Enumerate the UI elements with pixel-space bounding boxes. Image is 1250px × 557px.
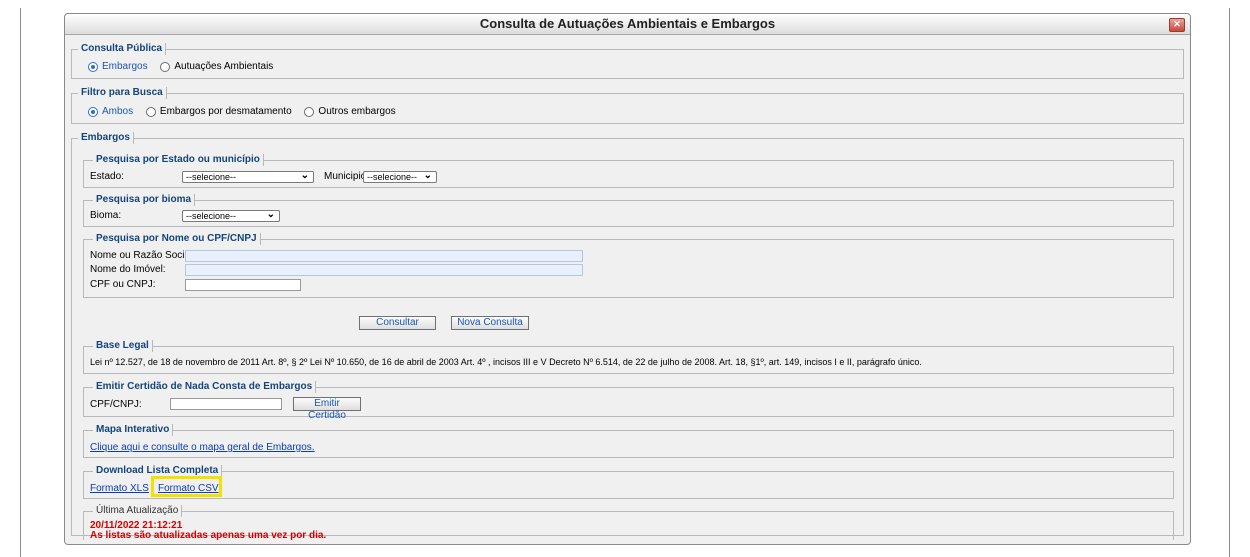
dialog-window: Consulta de Autuações Ambientais e Embar… xyxy=(64,13,1191,545)
consultar-button[interactable]: Consultar xyxy=(359,316,436,330)
municipio-select-value: --selecione-- xyxy=(367,172,418,182)
consulta-publica-legend: Consulta Pública xyxy=(78,43,167,55)
radio-outros[interactable] xyxy=(304,106,315,117)
estado-legend: Pesquisa por Estado ou município xyxy=(93,154,264,166)
window-title: Consulta de Autuações Ambientais e Embar… xyxy=(479,16,776,31)
chevron-down-icon: ⌄ xyxy=(266,209,275,220)
download-xls-link[interactable]: Formato XLS xyxy=(90,483,149,494)
radio-autuacoes[interactable] xyxy=(160,61,171,72)
certidao-cpf-input[interactable] xyxy=(170,398,282,410)
certidao-cpf-label: CPF/CNPJ: xyxy=(90,399,142,410)
title-bar: Consulta de Autuações Ambientais e Embar… xyxy=(65,14,1190,35)
nome-legend: Pesquisa por Nome ou CPF/CNPJ xyxy=(93,233,261,245)
csv-highlight-box xyxy=(151,476,222,497)
nome-input[interactable] xyxy=(185,250,583,262)
radio-embargos[interactable] xyxy=(88,61,98,72)
radio-autuacoes-label[interactable]: Autuações Ambientais xyxy=(174,61,273,72)
radio-embargos-label[interactable]: Embargos xyxy=(102,61,148,72)
close-icon[interactable]: ✕ xyxy=(1169,18,1185,32)
consulta-publica-fieldset: Consulta Pública Embargos Autuações Ambi… xyxy=(71,43,1184,79)
base-legal-text: Lei nº 12.527, de 18 de novembro de 2011… xyxy=(90,357,922,367)
mapa-link[interactable]: Clique aqui e consulte o mapa geral de E… xyxy=(90,442,315,453)
cpf-input[interactable] xyxy=(185,279,301,291)
bioma-select[interactable]: --selecione-- ⌄ xyxy=(182,210,280,222)
radio-desmatamento-label[interactable]: Embargos por desmatamento xyxy=(160,106,292,117)
base-legal-legend: Base Legal xyxy=(93,340,153,352)
chevron-down-icon: ⌄ xyxy=(423,170,432,181)
nome-fieldset: Pesquisa por Nome ou CPF/CNPJ Nome ou Ra… xyxy=(83,233,1174,298)
emitir-certidao-button[interactable]: Emitir Certidão xyxy=(293,397,361,421)
download-fieldset: Download Lista Completa Formato XLS Form… xyxy=(83,465,1174,499)
certidao-fieldset: Emitir Certidão de Nada Consta de Embarg… xyxy=(83,381,1174,421)
page-border-right xyxy=(1229,8,1230,557)
filtro-legend: Filtro para Busca xyxy=(78,87,167,99)
bioma-legend: Pesquisa por bioma xyxy=(93,194,196,206)
certidao-legend: Emitir Certidão de Nada Consta de Embarg… xyxy=(93,381,317,393)
estado-fieldset: Pesquisa por Estado ou município Estado:… xyxy=(83,154,1174,188)
imovel-input[interactable] xyxy=(185,264,583,276)
embargos-legend: Embargos xyxy=(78,132,134,144)
radio-desmatamento[interactable] xyxy=(145,106,156,117)
bioma-label: Bioma: xyxy=(90,210,122,221)
radio-outros-label[interactable]: Outros embargos xyxy=(318,106,395,117)
bioma-select-value: --selecione-- xyxy=(186,211,237,221)
nova-consulta-button[interactable]: Nova Consulta xyxy=(451,316,529,330)
page-border-left xyxy=(20,8,21,557)
mapa-legend: Mapa Interativo xyxy=(93,424,174,436)
mapa-fieldset: Mapa Interativo Clique aqui e consulte o… xyxy=(83,424,1174,458)
radio-ambos[interactable] xyxy=(88,106,98,117)
cpf-label: CPF ou CNPJ: xyxy=(90,279,156,290)
municipio-select[interactable]: --selecione-- ⌄ xyxy=(363,171,437,183)
imovel-label: Nome do Imóvel: xyxy=(90,264,166,275)
base-legal-fieldset: Base Legal Lei nº 12.527, de 18 de novem… xyxy=(83,340,1174,374)
radio-ambos-label[interactable]: Ambos xyxy=(102,106,133,117)
atualizacao-legend: Última Atualização xyxy=(93,505,183,517)
estado-select[interactable]: --selecione-- ⌄ xyxy=(182,171,314,183)
bioma-fieldset: Pesquisa por bioma Bioma: --selecione-- … xyxy=(83,194,1174,227)
atualizacao-note: As listas são atualizadas apenas uma vez… xyxy=(90,530,327,541)
embargos-fieldset: Embargos Pesquisa por Estado ou municípi… xyxy=(71,132,1184,541)
nome-label: Nome ou Razão Social: xyxy=(90,250,196,261)
chevron-down-icon: ⌄ xyxy=(300,170,309,181)
estado-label: Estado: xyxy=(90,171,124,182)
filtro-fieldset: Filtro para Busca Ambos Embargos por des… xyxy=(71,87,1184,124)
estado-select-value: --selecione-- xyxy=(186,172,237,182)
atualizacao-fieldset: Última Atualização 20/11/2022 21:12:21 A… xyxy=(83,505,1174,541)
